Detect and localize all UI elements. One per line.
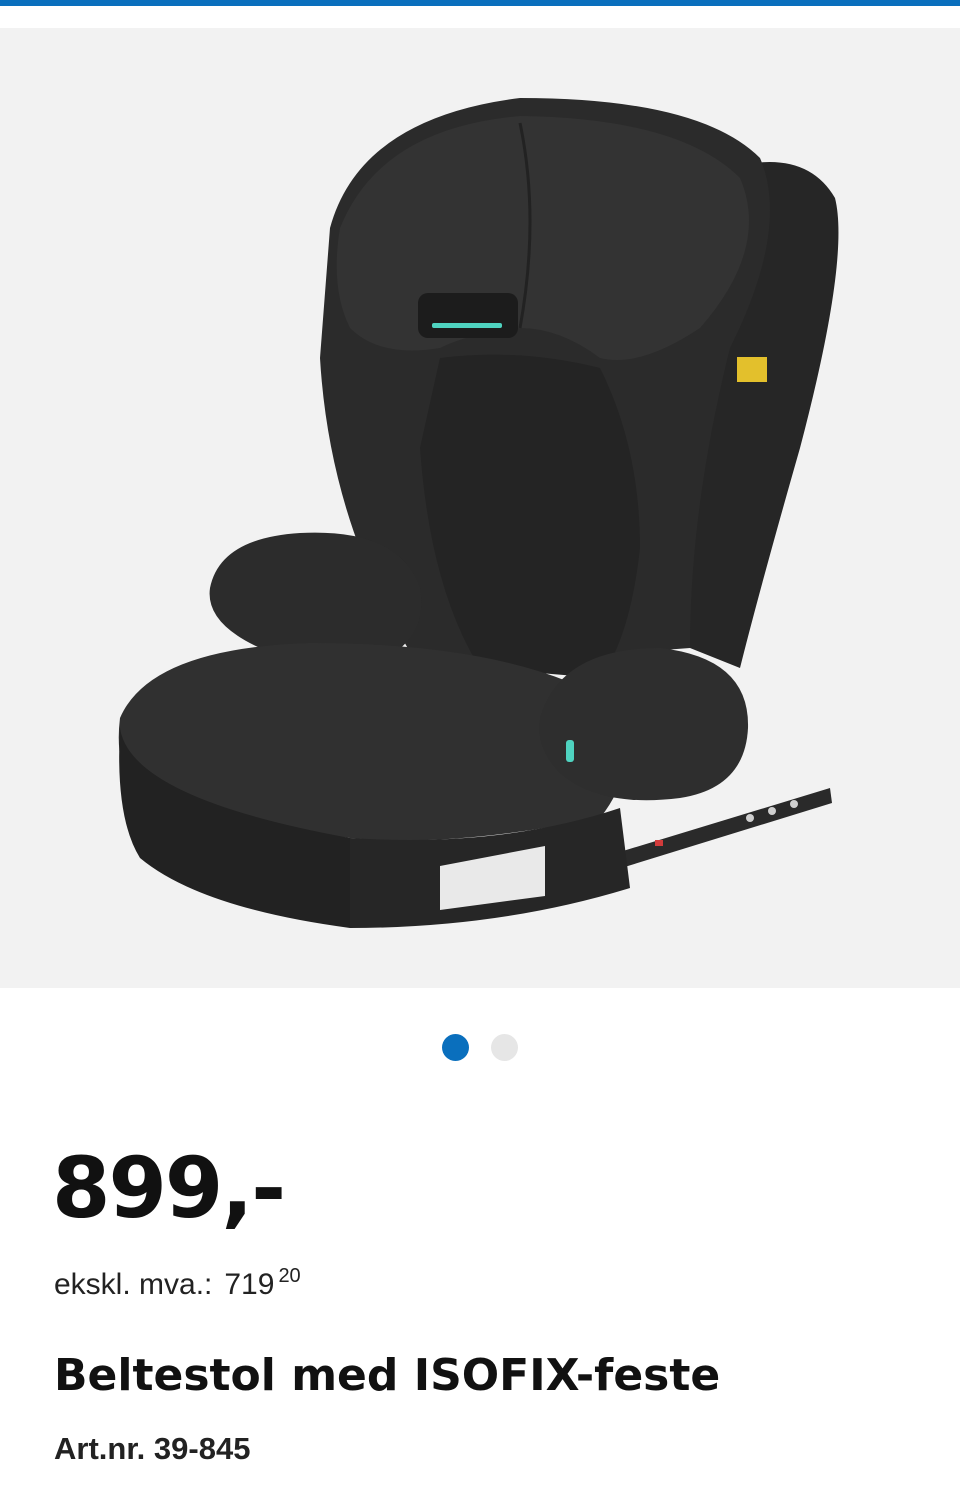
price-excl-vat-amount: 719: [224, 1268, 275, 1301]
price-excl-vat-decimals: 20: [278, 1265, 301, 1287]
article-number: Art.nr. 39-845: [54, 1431, 251, 1466]
car-seat-illustration: [118, 98, 839, 928]
carousel-dot[interactable]: [491, 1034, 518, 1061]
product-title: Beltestol med ISOFIX-feste: [54, 1350, 721, 1401]
price-excl-vat-label: ekskl. mva.:: [54, 1268, 213, 1301]
top-accent-bar: [0, 0, 960, 6]
product-price: 899,-: [52, 1139, 286, 1237]
carousel-dot-active[interactable]: [442, 1034, 469, 1061]
product-image[interactable]: [0, 28, 960, 988]
image-carousel-dots: [0, 1034, 960, 1062]
price-excl-vat: ekskl. mva.: 719 20: [54, 1256, 301, 1305]
